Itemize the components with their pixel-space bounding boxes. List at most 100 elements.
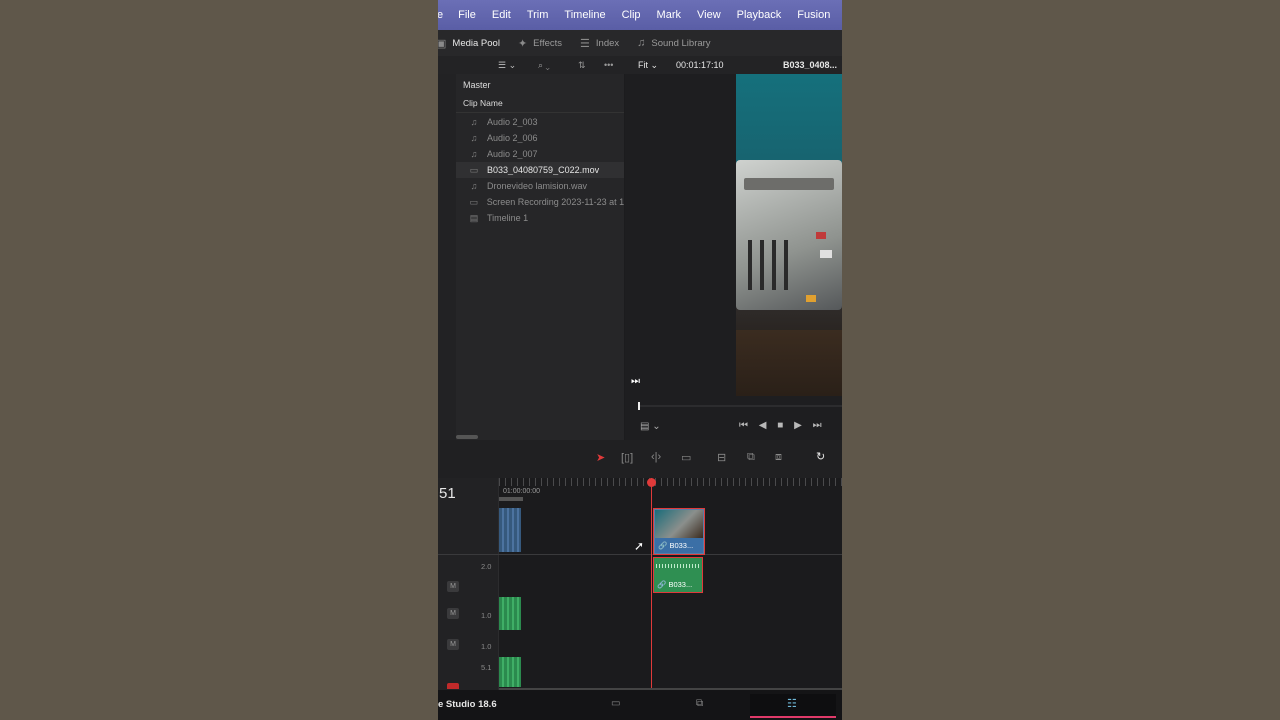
media-page-icon[interactable]: ▭ [611,698,620,709]
clip-name: Audio 2_007 [487,149,538,159]
sound-library-icon: ♫ [637,37,646,49]
cut-page-icon[interactable]: ⧉ [696,698,703,709]
audio-icon: ♫ [470,181,478,191]
go-to-end-icon[interactable]: ⏭ [813,420,822,431]
index-icon: ☰ [580,37,590,50]
track-level-a2: 1.0 [481,611,492,620]
dynamic-trim-icon[interactable]: ‹|› [651,451,661,463]
edit-page-icon: ☷ [787,698,797,710]
video-clip-left[interactable] [499,508,521,552]
menu-mark[interactable]: Mark [657,9,681,21]
mute-button-a1[interactable]: M [447,581,459,592]
audio-clip-selected[interactable]: 🔗 B033... [653,557,703,593]
trim-tool-icon[interactable]: [▯] [621,451,633,464]
menu-app[interactable]: e [438,9,443,21]
audio-link-icon: 🔗 [657,580,667,589]
insert-clip-icon[interactable]: ⊟ [717,451,726,464]
zoom-value: Fit [638,59,648,70]
playhead-handle[interactable] [647,478,656,487]
selection-tool-icon[interactable]: ➤ [596,451,605,464]
clip-row[interactable]: ♫ Audio 2_007 [456,146,624,162]
viewer-scrubber[interactable] [638,402,842,410]
mouse-cursor: ➚ [634,539,645,553]
tab-effects[interactable]: ✦ Effects [518,37,562,50]
menu-edit[interactable]: Edit [492,9,511,21]
stop-icon[interactable]: ■ [777,420,783,431]
mute-button-a2[interactable]: M [447,608,459,619]
search-icon[interactable]: ⌕ ⌄ [538,60,550,71]
snapping-icon[interactable]: ↻ [816,450,825,463]
scrubber-handle[interactable] [638,402,640,410]
blade-tool-icon[interactable]: ▭ [681,451,691,464]
tab-sound-library[interactable]: ♫ Sound Library [637,37,710,49]
ruler-start-label: 01:00:00:00 [503,488,540,495]
menu-playback[interactable]: Playback [737,9,782,21]
edit-page-tab[interactable]: ☷ [750,694,836,718]
menu-timeline[interactable]: Timeline [564,9,605,21]
timeline-ruler[interactable] [499,478,842,486]
go-to-start-icon[interactable]: ⏮ [739,420,748,431]
clip-row[interactable]: ▭ Screen Recording 2023-11-23 at 1: [456,194,624,210]
clip-row[interactable]: ▭ B033_04080759_C022.mov [456,162,624,178]
clip-name: Audio 2_006 [487,133,538,143]
tab-index[interactable]: ☰ Index [580,37,619,50]
overwrite-clip-icon[interactable]: ⧉ [747,451,755,464]
clip-name: Audio 2_003 [487,117,538,127]
playhead[interactable] [651,478,652,688]
bin-list-strip [438,74,457,440]
more-icon[interactable]: ••• [604,60,613,70]
audio-icon: ♫ [470,149,478,159]
menu-view[interactable]: View [697,9,721,21]
panel-tabs: ▣ Media Pool ✦ Effects ☰ Index ♫ Sound L… [438,30,842,56]
sort-icon[interactable]: ⇅ [578,60,586,71]
zoom-select[interactable]: Fit ⌄ [638,60,658,71]
clip-row[interactable]: ♫ Audio 2_003 [456,114,624,130]
viewer-clip-name: B033_0408... [783,60,838,70]
pool-toolbar: ☰ ⌄ ⌕ ⌄ ⇅ ••• Fit ⌄ 00:01:17:10 B033_040… [438,56,842,74]
play-icon[interactable]: ▶ [794,420,802,431]
menu-file[interactable]: File [458,9,476,21]
video-clip-selected[interactable]: 🔗 B033... [653,508,705,555]
audio-waveform [656,564,700,568]
audio-clip-a2[interactable] [499,597,521,630]
reverse-play-icon[interactable]: ◀ [759,420,767,431]
tab-sound-library-label: Sound Library [651,37,711,49]
effects-icon: ✦ [517,37,528,50]
clip-name: Timeline 1 [487,213,529,223]
audio-icon: ♫ [470,133,478,143]
app-name: e Studio 18.6 [438,699,497,710]
menu-clip[interactable]: Clip [622,9,641,21]
video-icon: ▭ [469,164,479,175]
timeline-icon: ▤ [469,212,479,223]
clip-name: B033_04080759_C022.mov [487,165,600,175]
audio-icon: ♫ [470,117,478,127]
mark-in-icon[interactable]: ⏭ [631,376,640,387]
menu-trim[interactable]: Trim [527,9,549,21]
record-arm-button[interactable] [447,683,459,689]
clip-row[interactable]: ♫ Dronevideo lamision.wav [456,178,624,194]
mute-button-a3[interactable]: M [447,639,459,650]
tab-effects-label: Effects [533,37,563,49]
clip-row[interactable]: ▤ Timeline 1 [456,210,624,226]
clip-name-header[interactable]: Clip Name [456,96,624,113]
tab-media-pool[interactable]: ▣ Media Pool [438,37,500,50]
pool-scrollbar[interactable] [456,435,478,439]
bin-title[interactable]: Master [456,74,624,96]
work-area-bar[interactable] [499,497,523,501]
replace-clip-icon[interactable]: ⧈ [775,451,782,464]
transport-controls: ⏮ ◀ ■ ▶ ⏭ [739,420,822,431]
track-divider [438,554,842,555]
list-view-icon[interactable]: ☰ ⌄ [498,60,516,71]
video-clip-label: B033... [669,541,694,550]
viewer-frame-mixer [736,160,842,310]
viewer-options-icon[interactable]: ▤ ⌄ [640,421,661,432]
audio-clip-a4[interactable] [499,657,521,687]
menu-fusion[interactable]: Fusion [797,9,830,21]
video-clip-thumbnail [655,510,703,538]
media-pool-icon: ▣ [438,37,447,50]
clip-row[interactable]: ♫ Audio 2_006 [456,130,624,146]
page-bar: e Studio 18.6 ▭ ⧉ ☷ [438,690,842,720]
track-level-a1: 2.0 [481,562,492,571]
clip-list: ♫ Audio 2_003 ♫ Audio 2_006 ♫ Audio 2_007 ▭ B03… [456,113,624,226]
viewer-desk [736,330,842,396]
